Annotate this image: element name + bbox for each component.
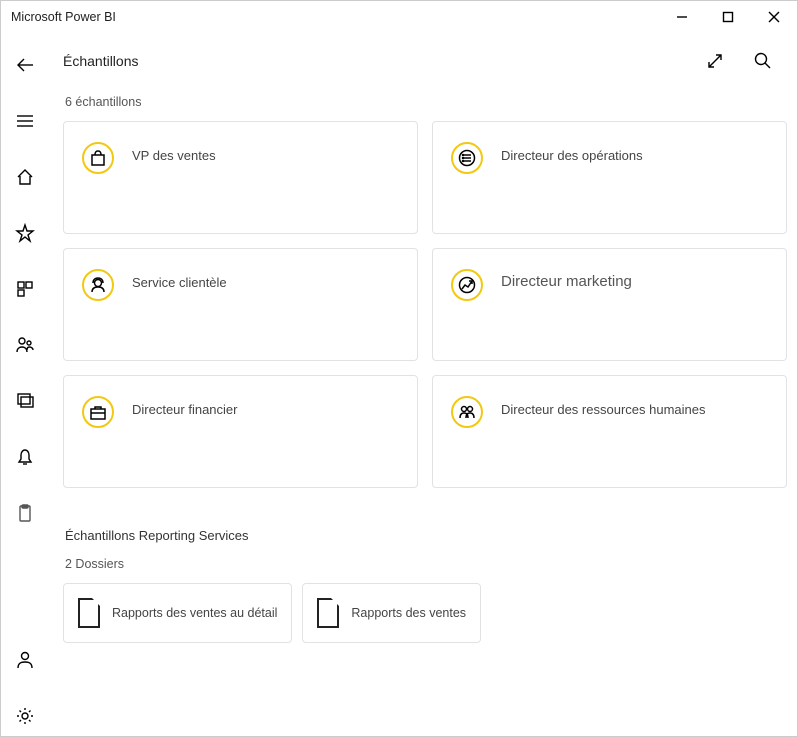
person-icon — [15, 650, 35, 670]
people-icon — [451, 396, 483, 428]
sample-card[interactable]: VP des ventes — [63, 121, 418, 234]
nav-settings[interactable] — [5, 696, 45, 736]
headset-icon — [82, 269, 114, 301]
sample-card-label: VP des ventes — [132, 148, 216, 163]
page-header: Échantillons — [63, 41, 787, 81]
expand-button[interactable] — [691, 41, 739, 81]
window-minimize-button[interactable] — [659, 1, 705, 33]
sidebar — [1, 33, 49, 736]
nav-account[interactable] — [5, 640, 45, 680]
hamburger-icon — [15, 111, 35, 131]
main-content: Échantillons 6 échantillons VP des vente… — [49, 33, 797, 736]
nav-shared[interactable] — [5, 325, 45, 365]
folder-label: Rapports des ventes — [351, 606, 466, 620]
nav-favorites[interactable] — [5, 213, 45, 253]
nav-samples[interactable] — [5, 493, 45, 533]
samples-grid: VP des ventes Directeur des opérations Ser… — [63, 121, 787, 488]
clipboard-icon — [15, 503, 35, 523]
search-button[interactable] — [739, 41, 787, 81]
sample-card[interactable]: Directeur des ressources humaines — [432, 375, 787, 488]
search-icon — [753, 51, 773, 71]
nav-apps[interactable] — [5, 269, 45, 309]
folders-count: 2 Dossiers — [65, 557, 787, 571]
nav-workspaces[interactable] — [5, 381, 45, 421]
window-title: Microsoft Power BI — [11, 10, 116, 24]
sample-card-label: Directeur des ressources humaines — [501, 402, 705, 417]
shopping-bag-icon — [82, 142, 114, 174]
menu-button[interactable] — [5, 101, 45, 141]
folder-icon — [317, 598, 339, 628]
expand-icon — [705, 51, 725, 71]
close-icon — [768, 11, 780, 23]
minimize-icon — [676, 11, 688, 23]
workspaces-icon — [15, 391, 35, 411]
home-icon — [15, 167, 35, 187]
window-maximize-button[interactable] — [705, 1, 751, 33]
star-icon — [15, 223, 35, 243]
window-titlebar: Microsoft Power BI — [1, 1, 797, 33]
gear-icon — [15, 706, 35, 726]
folder-card[interactable]: Rapports des ventes au détail — [63, 583, 292, 643]
shared-icon — [15, 335, 35, 355]
sample-card[interactable]: Directeur des opérations — [432, 121, 787, 234]
maximize-icon — [722, 11, 734, 23]
list-icon — [451, 142, 483, 174]
folders-row: Rapports des ventes au détail Rapports de… — [63, 583, 787, 643]
sample-card-label: Directeur financier — [132, 402, 238, 417]
page-title: Échantillons — [63, 53, 139, 69]
arrow-left-icon — [14, 54, 36, 76]
samples-count: 6 échantillons — [65, 95, 787, 109]
bell-icon — [15, 447, 35, 467]
sample-card-label: Directeur marketing — [501, 273, 632, 290]
folder-label: Rapports des ventes au détail — [112, 606, 277, 620]
back-button[interactable] — [5, 45, 45, 85]
window-close-button[interactable] — [751, 1, 797, 33]
reporting-services-header: Échantillons Reporting Services — [65, 528, 787, 543]
briefcase-icon — [82, 396, 114, 428]
nav-home[interactable] — [5, 157, 45, 197]
nav-notifications[interactable] — [5, 437, 45, 477]
folder-icon — [78, 598, 100, 628]
chart-up-icon — [451, 269, 483, 301]
sample-card[interactable]: Service clientèle — [63, 248, 418, 361]
sample-card-label: Directeur des opérations — [501, 148, 643, 163]
sample-card-label: Service clientèle — [132, 275, 227, 290]
sample-card[interactable]: Directeur marketing — [432, 248, 787, 361]
sample-card[interactable]: Directeur financier — [63, 375, 418, 488]
folder-card[interactable]: Rapports des ventes — [302, 583, 481, 643]
apps-icon — [15, 279, 35, 299]
